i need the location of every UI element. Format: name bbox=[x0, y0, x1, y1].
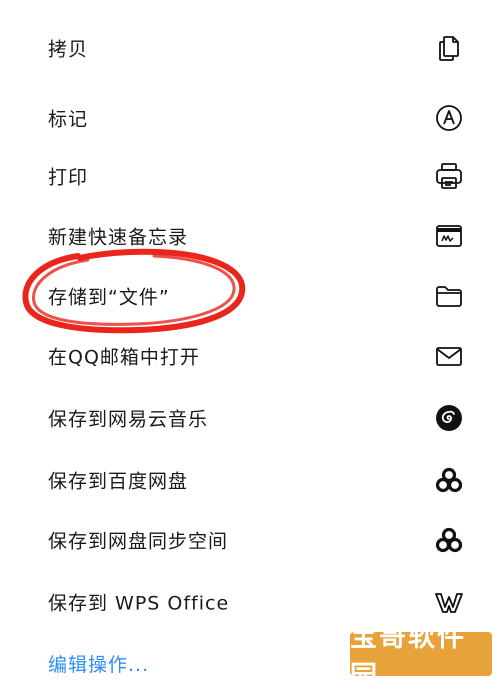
action-markup[interactable]: 标记 bbox=[0, 90, 500, 146]
action-markup-label: 标记 bbox=[48, 108, 89, 131]
action-save-to-files[interactable]: 存储到“文件” bbox=[0, 268, 500, 324]
netease-music-icon bbox=[434, 403, 464, 433]
action-open-qq-mail-label: 在QQ邮箱中打开 bbox=[48, 346, 200, 369]
baidu-netdisk-icon bbox=[434, 465, 464, 495]
action-copy[interactable]: 拷贝 bbox=[0, 20, 500, 76]
action-save-netdisk-sync[interactable]: 保存到网盘同步空间 bbox=[0, 512, 500, 568]
share-action-sheet: 拷贝 标记 打印 新建快速备忘录 存储到“文件” 在QQ邮箱中打开 保存到网易云… bbox=[0, 0, 500, 692]
edit-actions-link[interactable]: 编辑操作... bbox=[48, 650, 149, 677]
quick-note-icon bbox=[434, 221, 464, 251]
print-icon bbox=[434, 161, 464, 191]
action-save-netdisk-sync-label: 保存到网盘同步空间 bbox=[48, 530, 229, 553]
action-copy-label: 拷贝 bbox=[48, 38, 89, 61]
wps-office-icon bbox=[434, 587, 464, 617]
action-save-to-files-label: 存储到“文件” bbox=[48, 286, 170, 309]
action-print-label: 打印 bbox=[48, 166, 89, 189]
action-open-qq-mail[interactable]: 在QQ邮箱中打开 bbox=[0, 328, 500, 384]
netdisk-sync-icon bbox=[434, 525, 464, 555]
copy-icon bbox=[434, 33, 464, 63]
action-save-baidu-netdisk-label: 保存到百度网盘 bbox=[48, 470, 189, 493]
action-save-wps-office-label: 保存到 WPS Office bbox=[48, 592, 230, 615]
action-save-netease-music-label: 保存到网易云音乐 bbox=[48, 408, 209, 431]
action-quick-note-label: 新建快速备忘录 bbox=[48, 226, 189, 249]
action-quick-note[interactable]: 新建快速备忘录 bbox=[0, 208, 500, 264]
action-print[interactable]: 打印 bbox=[0, 148, 500, 204]
markup-icon bbox=[434, 103, 464, 133]
watermark-logo: 宝哥软件园 bbox=[350, 622, 492, 692]
action-save-baidu-netdisk[interactable]: 保存到百度网盘 bbox=[0, 452, 500, 508]
watermark-text: 宝哥软件园 bbox=[350, 622, 466, 692]
mail-icon bbox=[434, 341, 464, 371]
folder-icon bbox=[434, 281, 464, 311]
action-save-netease-music[interactable]: 保存到网易云音乐 bbox=[0, 390, 500, 446]
